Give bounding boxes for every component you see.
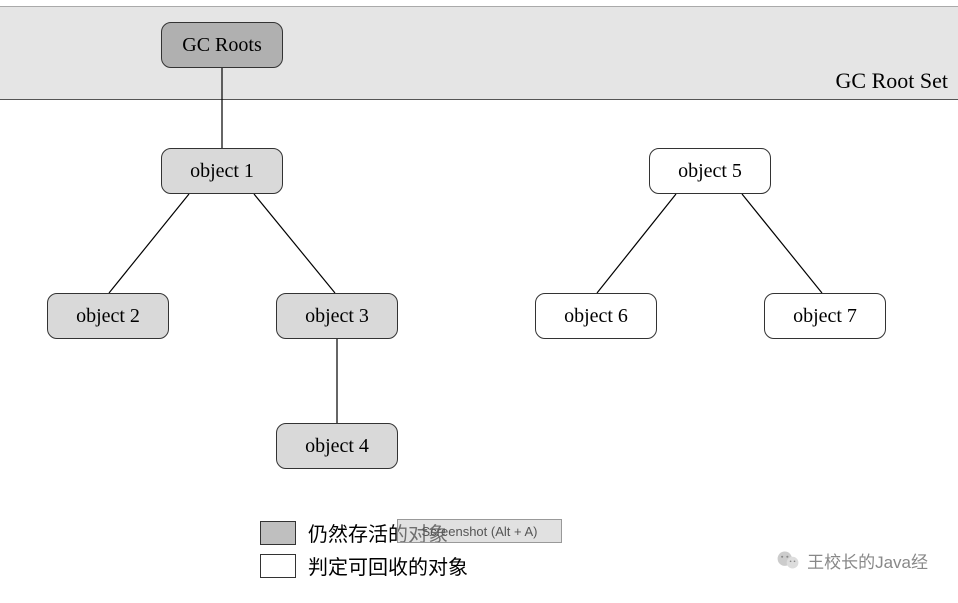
node-label: object 7 [793,305,857,328]
node-object-3: object 3 [276,293,398,339]
node-gc-roots: GC Roots [161,22,283,68]
node-label: object 1 [190,160,254,183]
node-object-6: object 6 [535,293,657,339]
watermark-text: 王校长的Java经 [807,548,928,573]
node-label: object 2 [76,305,140,328]
node-object-1: object 1 [161,148,283,194]
legend-label-alive: 仍然存活的对象 [308,518,448,547]
node-object-4: object 4 [276,423,398,469]
wechat-icon [775,547,801,573]
node-label: object 4 [305,435,369,458]
legend-swatch-alive [260,521,296,545]
node-label: object 5 [678,160,742,183]
legend-swatch-recycle [260,554,296,578]
node-object-7: object 7 [764,293,886,339]
node-object-2: object 2 [47,293,169,339]
node-label: object 3 [305,305,369,328]
gc-root-set-label: GC Root Set [836,68,948,94]
legend-row-alive: 仍然存活的对象 [260,518,468,547]
gc-root-set-area: GC Root Set [0,6,958,100]
node-object-5: object 5 [649,148,771,194]
legend-label-recycle: 判定可回收的对象 [308,551,468,580]
watermark: 王校长的Java经 [775,547,928,573]
node-label: GC Roots [182,34,261,57]
legend-row-recycle: 判定可回收的对象 [260,551,468,580]
node-label: object 6 [564,305,628,328]
legend: 仍然存活的对象 判定可回收的对象 [260,518,468,584]
